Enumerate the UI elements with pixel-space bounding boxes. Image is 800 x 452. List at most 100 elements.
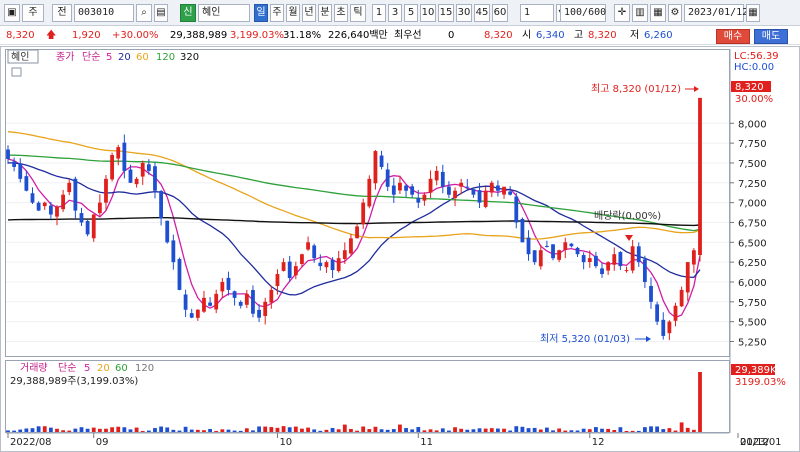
candle-body [532, 250, 537, 263]
volume-info: 29,388,989주(3,199.03%) [10, 376, 138, 387]
candle-body [257, 309, 261, 318]
volume-bar [679, 422, 684, 432]
candle-body [281, 262, 286, 271]
stock-chart[interactable]: 8,000 7,750 7,500 7,250 7,000 6,750 6,500 6,250… [0, 46, 800, 452]
interval-3[interactable]: 3 [388, 4, 402, 22]
interval-5[interactable]: 5 [404, 4, 418, 22]
current-price: 8,320 [6, 30, 35, 41]
candle-body [55, 206, 59, 217]
volume-bar [355, 430, 359, 432]
volume-value: 29,388,989 [170, 30, 228, 41]
period-second[interactable]: 초 [334, 4, 348, 22]
x-tick-label: 2022/08 [10, 437, 52, 448]
volume-bar [171, 429, 176, 432]
buy-button[interactable]: 매수 [716, 29, 750, 44]
volume-bar [312, 429, 317, 432]
calendar-icon[interactable]: ▦ [746, 4, 760, 22]
grid-toggle-icon[interactable] [11, 67, 22, 77]
volume-ma-type: 단순 [58, 362, 76, 374]
volume-bar [661, 429, 666, 432]
low-annotation: 최저 5,320 (01/03) [540, 333, 630, 345]
save-icon[interactable]: ▦ [650, 4, 666, 22]
candle-body [110, 155, 115, 180]
volume-bar [649, 426, 653, 432]
candle-body [600, 268, 604, 275]
volume-bar [636, 430, 641, 432]
interval-15[interactable]: 15 [438, 4, 454, 22]
volume-bar [532, 427, 537, 432]
volume-bar [202, 430, 206, 432]
volume-bar [159, 426, 163, 432]
period-month[interactable]: 월 [286, 4, 300, 22]
candle-body [18, 163, 23, 179]
candle-body [459, 182, 464, 187]
candle-body [661, 319, 666, 336]
interval-60[interactable]: 60 [492, 4, 508, 22]
candle-body [465, 186, 470, 188]
volume-bar [79, 427, 84, 432]
settings-icon[interactable]: ⚙ [668, 4, 682, 22]
candle-body [489, 182, 494, 193]
interval-1[interactable]: 1 [372, 4, 386, 22]
candle-body [202, 297, 206, 312]
candle-body [208, 302, 212, 306]
candle-body [195, 309, 200, 318]
candle-body [551, 244, 555, 259]
sell-button[interactable]: 매도 [754, 29, 788, 44]
search-icon[interactable]: ⌕ [136, 4, 152, 22]
mode-select[interactable]: 주 [22, 4, 44, 22]
compare-icon[interactable]: ▤ [154, 4, 168, 22]
crosshair-icon[interactable]: ✛ [614, 4, 630, 22]
dividend-annotation: 배당락(0.00%) [594, 210, 661, 222]
y-tick-label: 7,250 [738, 179, 767, 190]
interval-10[interactable]: 10 [420, 4, 436, 22]
ma120-label: 120 [156, 52, 175, 63]
y-tick-label: 7,750 [738, 139, 767, 150]
volume-bar [685, 427, 690, 432]
date-input[interactable]: 2023/01/12 [684, 4, 748, 22]
volume-bar [336, 429, 341, 432]
volume-bar [146, 430, 151, 432]
candle-body [379, 155, 384, 167]
period-minute[interactable]: 분 [318, 4, 332, 22]
vol-pct-tag: 3199.03% [735, 377, 786, 388]
stock-code-input[interactable]: 003010 [74, 4, 134, 22]
candle-body [691, 250, 696, 265]
volume-bar [238, 430, 243, 432]
period-year[interactable]: 년 [302, 4, 316, 22]
candle-body [655, 304, 660, 322]
period-day[interactable]: 일 [254, 4, 268, 22]
indicator-icon[interactable]: ▥ [632, 4, 648, 22]
volume-bar [569, 430, 574, 432]
candle-body [428, 178, 433, 193]
count-input[interactable]: 100/600 [560, 4, 606, 22]
interval-45[interactable]: 45 [474, 4, 490, 22]
volume-bar [545, 427, 549, 432]
volume-bar [520, 426, 525, 432]
volume-bar [18, 429, 23, 432]
candle-body [636, 246, 641, 263]
volume-bar [612, 429, 617, 432]
candle-body [122, 142, 127, 171]
volume-bar [349, 428, 353, 432]
volume-bar [48, 427, 53, 432]
interval-30[interactable]: 30 [456, 4, 472, 22]
type-select[interactable]: 전 [52, 4, 72, 22]
volume-bar [477, 428, 482, 432]
window-icon[interactable]: ▣ [4, 4, 20, 22]
volume-bar [404, 428, 408, 432]
candle-body [275, 274, 280, 286]
candle-body [189, 313, 194, 318]
candle-body [293, 266, 298, 276]
volume-bar [373, 426, 378, 432]
candle-body [624, 270, 629, 272]
candle-body [36, 202, 41, 211]
volume-bar [440, 428, 445, 432]
y-tick-label: 5,250 [738, 337, 767, 348]
candle-body [355, 226, 359, 239]
interval-input[interactable]: 1 [520, 4, 554, 22]
candle-body [367, 178, 372, 207]
stock-name-field[interactable]: 혜인 [198, 4, 250, 22]
period-tick[interactable]: 틱 [350, 4, 366, 22]
period-week[interactable]: 주 [270, 4, 284, 22]
